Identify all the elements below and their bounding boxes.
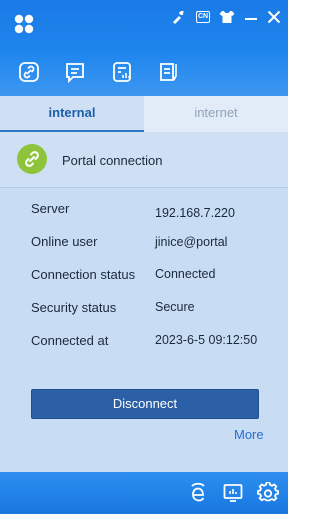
language-button[interactable]: CN bbox=[194, 8, 212, 26]
message-icon[interactable] bbox=[61, 58, 89, 86]
security-status-value: Secure bbox=[155, 300, 195, 314]
app-logo-icon bbox=[12, 12, 36, 36]
client-window: CN internal internet Portal connection S… bbox=[0, 0, 288, 514]
connection-status-label: Connection status bbox=[31, 267, 136, 282]
browser-icon[interactable] bbox=[186, 481, 210, 505]
settings-icon[interactable] bbox=[256, 481, 280, 505]
connection-status-value: Connected bbox=[155, 267, 216, 281]
window-footer bbox=[0, 472, 288, 514]
portal-connection-header: Portal connection bbox=[0, 132, 288, 188]
connected-at-value: 2023-6-5 09:12:50 bbox=[155, 333, 258, 347]
link-icon bbox=[17, 144, 47, 174]
skin-icon[interactable] bbox=[169, 8, 187, 26]
monitor-icon[interactable] bbox=[221, 481, 245, 505]
minimize-icon[interactable] bbox=[242, 8, 260, 26]
notes-icon[interactable] bbox=[155, 58, 183, 86]
window-header: CN bbox=[0, 0, 288, 96]
online-user-value: jinice@portal bbox=[155, 235, 228, 249]
server-value: 192.168.7.220 bbox=[155, 206, 235, 220]
online-user-label: Online user bbox=[31, 234, 98, 249]
network-tabs: internal internet bbox=[0, 96, 288, 132]
close-icon[interactable] bbox=[265, 8, 283, 26]
disconnect-button[interactable]: Disconnect bbox=[31, 389, 259, 419]
server-label: Server bbox=[31, 201, 70, 216]
security-status-label: Security status bbox=[31, 300, 117, 315]
more-link[interactable]: More bbox=[234, 427, 264, 442]
connection-icon[interactable] bbox=[15, 58, 43, 86]
connected-at-label: Connected at bbox=[31, 333, 109, 348]
statistics-icon[interactable] bbox=[108, 58, 136, 86]
language-badge: CN bbox=[196, 11, 210, 23]
shirt-icon[interactable] bbox=[218, 8, 236, 26]
tab-internet[interactable]: internet bbox=[144, 96, 288, 132]
portal-title: Portal connection bbox=[62, 153, 163, 168]
tab-internal[interactable]: internal bbox=[0, 96, 144, 132]
